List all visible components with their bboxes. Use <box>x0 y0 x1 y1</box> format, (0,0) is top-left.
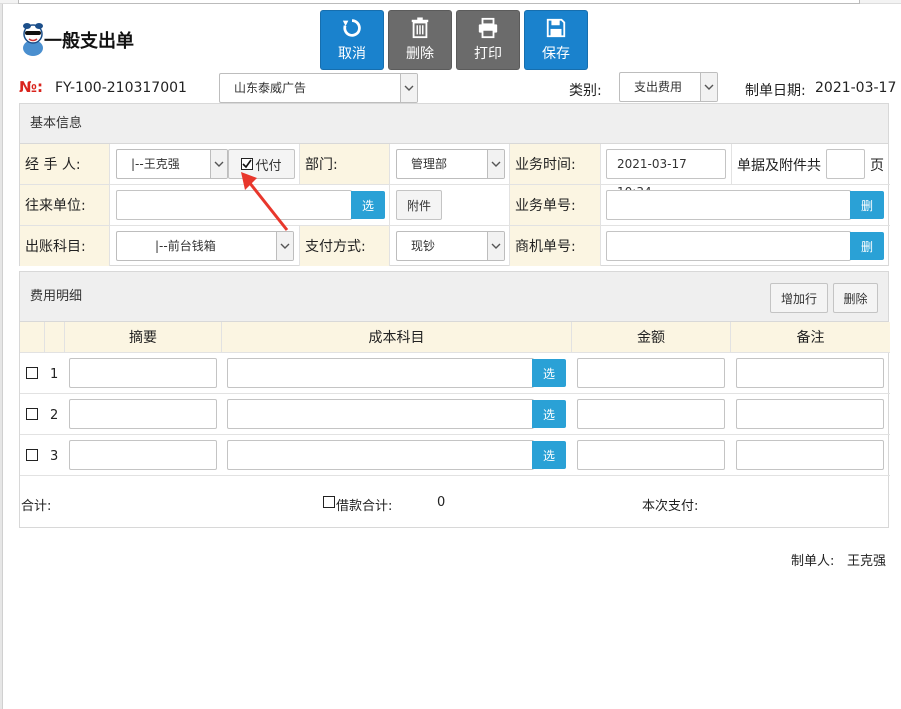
handler-select[interactable]: |--王克强 <box>116 149 228 179</box>
company-value: 山东泰威广告 <box>234 81 307 95</box>
pay-method-label: 支付方式: <box>300 226 390 266</box>
col-note-header: 备注 <box>731 322 890 353</box>
attach-unit: 页 <box>870 158 884 174</box>
cost-account-input[interactable] <box>227 399 534 429</box>
delete-row-button[interactable]: 删除 <box>833 283 878 313</box>
chevron-down-icon <box>700 73 717 101</box>
doc-no-value: FY-100-210317001 <box>55 80 187 96</box>
company-select[interactable]: 山东泰威广告 <box>219 73 418 103</box>
category-value: 支出费用 <box>634 80 683 94</box>
biz-time-label: 业务时间: <box>510 144 601 185</box>
pay-method-value: 现钞 <box>411 239 436 253</box>
note-input[interactable] <box>736 440 884 470</box>
row-checkbox[interactable] <box>26 367 38 379</box>
handler-label: 经 手 人: <box>20 144 110 185</box>
cost-account-pick-button[interactable]: 选 <box>532 359 566 387</box>
row-checkbox[interactable] <box>26 449 38 461</box>
loan-total-value: 0 <box>437 495 446 510</box>
save-icon <box>546 18 566 38</box>
payment-label: 本次支付: <box>642 499 699 514</box>
attach-count-input[interactable] <box>826 149 865 179</box>
summary-input[interactable] <box>69 358 217 388</box>
date-label: 制单日期: <box>745 83 806 99</box>
trash-icon <box>411 17 429 39</box>
loan-total-label: 借款合计: <box>336 499 393 514</box>
add-row-button[interactable]: 增加行 <box>770 283 828 313</box>
total-label: 合计: <box>21 499 52 514</box>
col-cost-account-header: 成本科目 <box>222 322 572 353</box>
opportunity-input[interactable] <box>606 231 851 261</box>
chevron-down-icon <box>487 150 504 178</box>
attach-count-label: 单据及附件共 <box>737 158 821 174</box>
row-checkbox[interactable] <box>26 408 38 420</box>
save-button[interactable]: 保存 <box>524 10 588 70</box>
print-label: 打印 <box>474 46 502 62</box>
chevron-down-icon <box>210 150 227 178</box>
amount-input[interactable] <box>577 440 725 470</box>
creator-value: 王克强 <box>847 554 887 569</box>
undo-icon <box>342 19 361 37</box>
chevron-down-icon <box>400 74 417 102</box>
date-value: 2021-03-17 <box>815 80 897 96</box>
cost-account-pick-button[interactable]: 选 <box>532 441 566 469</box>
printer-icon <box>478 17 498 39</box>
cost-account-input[interactable] <box>227 358 534 388</box>
category-select[interactable]: 支出费用 <box>619 72 718 102</box>
doc-no-label: №: <box>19 78 44 96</box>
biz-no-input[interactable] <box>606 190 851 220</box>
page-title: 一般支出单 <box>44 31 134 52</box>
biz-no-delete-button[interactable]: 删 <box>850 191 884 219</box>
col-amount-header: 金额 <box>572 322 731 353</box>
detail-title: 费用明细 <box>20 272 888 322</box>
loan-total-checkbox[interactable] <box>323 496 335 508</box>
account-value: |--前台钱箱 <box>155 239 216 253</box>
summary-input[interactable] <box>69 440 217 470</box>
window-left-edge <box>0 4 3 709</box>
address-bar[interactable] <box>18 0 860 4</box>
biz-time-input[interactable]: 2021-03-17 10:34 <box>606 149 726 199</box>
amount-input[interactable] <box>577 358 725 388</box>
cost-account-input[interactable] <box>227 440 534 470</box>
cost-account-pick-button[interactable]: 选 <box>532 400 566 428</box>
basic-info-title: 基本信息 <box>20 104 888 144</box>
partner-pick-button[interactable]: 选 <box>351 191 385 219</box>
col-check-header <box>20 322 45 353</box>
chevron-down-icon <box>276 232 293 260</box>
col-num-header <box>45 322 65 353</box>
attachment-button[interactable]: 附件 <box>396 190 442 220</box>
print-button[interactable]: 打印 <box>456 10 520 70</box>
account-label: 出账科目: <box>20 226 110 266</box>
detail-panel: 费用明细 增加行 删除 摘要 成本科目 金额 备注 1 选 2 选 3 选 合计… <box>19 271 890 528</box>
summary-input[interactable] <box>69 399 217 429</box>
cancel-label: 取消 <box>338 46 366 62</box>
basic-info-panel: 基本信息 经 手 人: |--王克强 代付 部门: 管理部 业务时间: 2021… <box>19 103 890 266</box>
dept-label: 部门: <box>300 144 390 185</box>
chevron-down-icon <box>487 232 504 260</box>
row-number: 1 <box>50 367 59 382</box>
pay-method-select[interactable]: 现钞 <box>396 231 505 261</box>
row-number: 3 <box>50 449 59 464</box>
note-input[interactable] <box>736 358 884 388</box>
partner-label: 往来单位: <box>20 185 110 226</box>
cancel-button[interactable]: 取消 <box>320 10 384 70</box>
partner-input[interactable] <box>116 190 352 220</box>
col-summary-header: 摘要 <box>65 322 222 353</box>
annotation-arrow-icon <box>241 172 289 231</box>
checkbox-checked-icon <box>241 158 254 170</box>
category-label: 类别: <box>569 83 602 99</box>
handler-value: |--王克强 <box>131 157 180 171</box>
dept-select[interactable]: 管理部 <box>396 149 505 179</box>
save-label: 保存 <box>542 46 570 62</box>
amount-input[interactable] <box>577 399 725 429</box>
biz-no-label: 业务单号: <box>510 185 601 226</box>
note-input[interactable] <box>736 399 884 429</box>
creator-label: 制单人: <box>791 554 835 569</box>
dept-value: 管理部 <box>411 157 448 171</box>
opportunity-delete-button[interactable]: 删 <box>850 232 884 260</box>
opportunity-label: 商机单号: <box>510 226 601 266</box>
delete-button[interactable]: 删除 <box>388 10 452 70</box>
row-number: 2 <box>50 408 59 423</box>
delete-label: 删除 <box>406 46 434 62</box>
